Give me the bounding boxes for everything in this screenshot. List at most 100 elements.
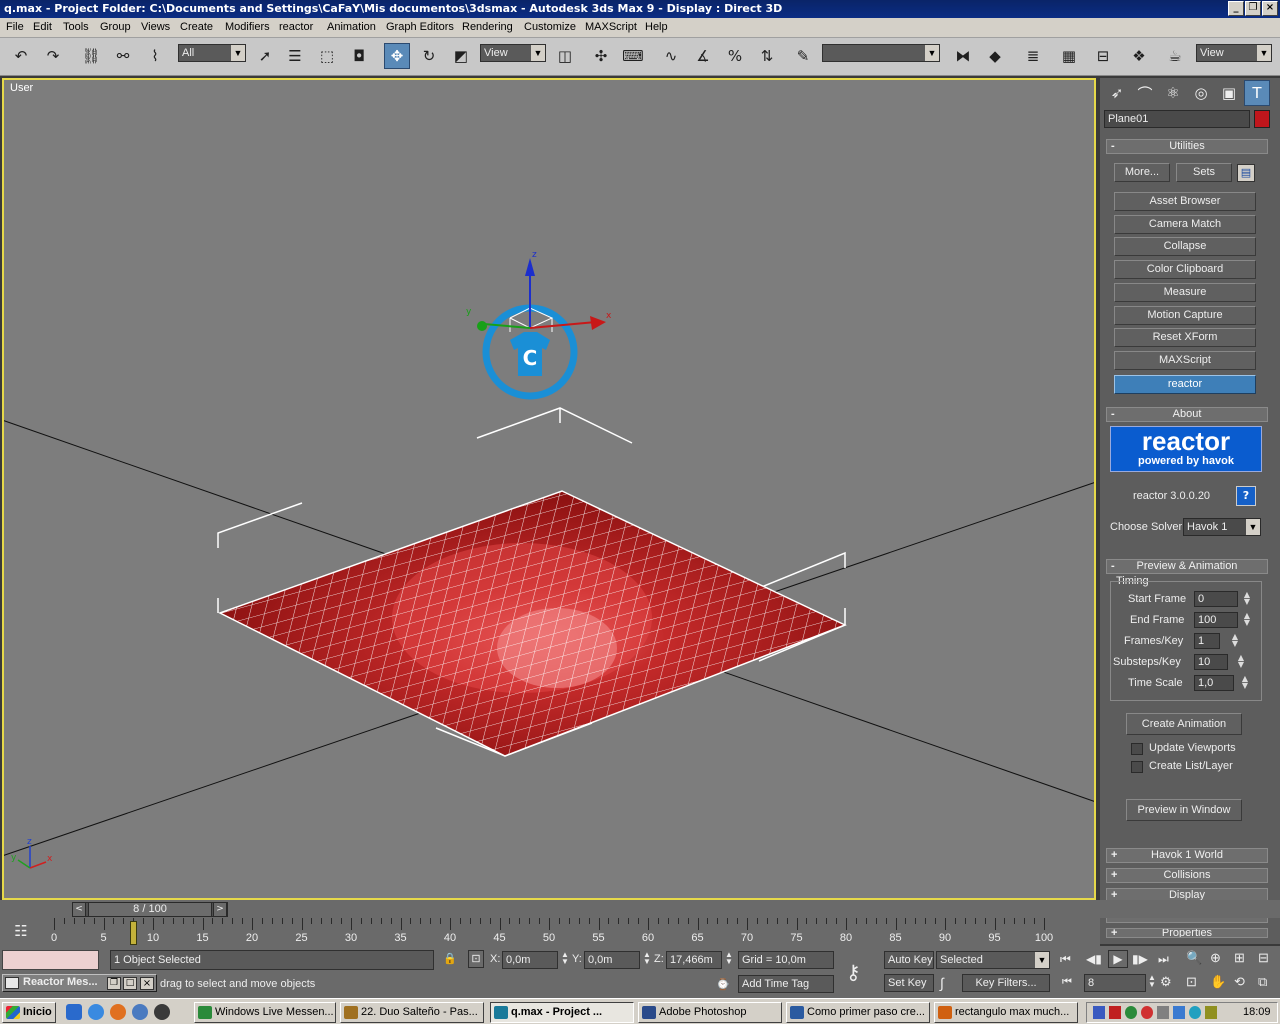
zoom-icon[interactable]: 🔍: [1186, 950, 1202, 966]
viewport-user[interactable]: User C z x y z x y: [2, 78, 1096, 900]
mini-curve-editor-icon[interactable]: ☷: [8, 922, 34, 944]
menu-create[interactable]: Create: [180, 21, 213, 33]
time-scale-spinner[interactable]: 1,0: [1194, 675, 1234, 691]
auto-key-button[interactable]: Auto Key: [884, 951, 934, 969]
task-music-player[interactable]: 22. Duo Salteño - Pas...: [340, 1002, 484, 1023]
show-desktop-icon[interactable]: [66, 1004, 82, 1020]
utility-reset-xform[interactable]: Reset XForm: [1114, 328, 1256, 347]
hierarchy-tab-icon[interactable]: ⚛: [1160, 80, 1186, 106]
preview-animation-rollout-title[interactable]: - Preview & Animation: [1106, 559, 1268, 574]
utilities-rollout-title[interactable]: - Utilities: [1106, 139, 1268, 154]
spinner-arrows-icon[interactable]: ▲ ▼: [1236, 654, 1246, 670]
more-button[interactable]: More...: [1114, 163, 1170, 182]
create-list-layer-checkbox[interactable]: [1131, 761, 1143, 773]
select-rotate-icon[interactable]: ↻: [416, 43, 442, 69]
firefox-icon[interactable]: [110, 1004, 126, 1020]
minimized-listener-window[interactable]: Reactor Mes... ❐ □ ×: [2, 974, 157, 992]
help-button[interactable]: ?: [1236, 486, 1256, 506]
play-icon[interactable]: ▶: [1108, 950, 1128, 968]
object-name-field[interactable]: Plane01: [1104, 110, 1250, 128]
add-time-tag-button[interactable]: Add Time Tag: [738, 975, 834, 993]
spinner-arrows-icon[interactable]: ▲ ▼: [643, 951, 651, 966]
select-object-icon[interactable]: ➚: [252, 43, 278, 69]
spinner-arrows-icon[interactable]: ▲ ▼: [1240, 675, 1250, 691]
zoom-all-icon[interactable]: ⊕: [1210, 950, 1221, 966]
x-coord-field[interactable]: 0,0m: [502, 951, 558, 969]
key-filters-button[interactable]: Key Filters...: [962, 974, 1050, 992]
render-type-dropdown[interactable]: View ▼: [1196, 44, 1272, 62]
zoom-extents-all-icon[interactable]: ⊟: [1258, 950, 1269, 966]
frames-key-spinner[interactable]: 1: [1194, 633, 1220, 649]
layer-manager-icon[interactable]: ≣: [1020, 43, 1046, 69]
restore-button[interactable]: ❐: [1245, 1, 1261, 16]
select-by-name-icon[interactable]: ☰: [282, 43, 308, 69]
schematic-view-icon[interactable]: ⊟: [1090, 43, 1116, 69]
maxscript-mini-listener-pink[interactable]: [2, 950, 99, 970]
utility-motion-capture[interactable]: Motion Capture: [1114, 306, 1256, 325]
cloth-plane-mesh[interactable]: [220, 491, 845, 756]
menu-graph-editors[interactable]: Graph Editors: [386, 21, 454, 33]
utility-camera-match[interactable]: Camera Match: [1114, 215, 1256, 234]
tray-printer-icon[interactable]: [1205, 1006, 1217, 1019]
modify-tab-icon[interactable]: ⌒: [1132, 80, 1158, 106]
restore-icon[interactable]: ❐: [107, 977, 121, 990]
named-selection-dropdown[interactable]: ▼: [822, 44, 940, 62]
time-slider-handle[interactable]: 8 / 100: [88, 902, 212, 917]
key-mode-dropdown[interactable]: Selected ▼: [936, 951, 1050, 969]
menu-help[interactable]: Help: [645, 21, 668, 33]
utility-measure[interactable]: Measure: [1114, 283, 1256, 302]
menu-edit[interactable]: Edit: [33, 21, 52, 33]
menu-rendering[interactable]: Rendering: [462, 21, 513, 33]
time-configuration-icon[interactable]: ⚙: [1160, 974, 1172, 990]
keyboard-shortcut-override-icon[interactable]: ⌨: [620, 43, 646, 69]
substeps-key-spinner[interactable]: 10: [1194, 654, 1228, 670]
render-scene-icon[interactable]: ☕: [1162, 43, 1188, 69]
start-button[interactable]: Inicio: [2, 1002, 56, 1023]
angle-snap-icon[interactable]: ∡: [690, 43, 716, 69]
update-viewports-checkbox[interactable]: [1131, 743, 1143, 755]
select-move-icon[interactable]: ✥: [384, 43, 410, 69]
snaps-toggle-icon[interactable]: ∿: [658, 43, 684, 69]
motion-tab-icon[interactable]: ◎: [1188, 80, 1214, 106]
z-coord-field[interactable]: 17,466m: [666, 951, 722, 969]
minimize-button[interactable]: _: [1228, 1, 1244, 16]
utility-maxscript[interactable]: MAXScript: [1114, 351, 1256, 370]
solver-dropdown[interactable]: Havok 1 ▼: [1183, 518, 1261, 536]
utility-asset-browser[interactable]: Asset Browser: [1114, 192, 1256, 211]
go-to-end-icon[interactable]: ⏭: [1158, 952, 1169, 967]
bind-space-warp-icon[interactable]: ⌇: [142, 43, 168, 69]
menu-group[interactable]: Group: [100, 21, 131, 33]
havok-world-rollout-title[interactable]: + Havok 1 World: [1106, 848, 1268, 863]
zoom-extents-icon[interactable]: ⊞: [1234, 950, 1245, 966]
task-firefox-browser[interactable]: rectangulo max much...: [934, 1002, 1078, 1023]
select-scale-icon[interactable]: ◩: [448, 43, 474, 69]
selection-filter-dropdown[interactable]: All ▼: [178, 44, 246, 62]
set-key-icon[interactable]: ⚷: [846, 960, 861, 985]
menu-file[interactable]: File: [6, 21, 24, 33]
task-windows-live-messenger[interactable]: Windows Live Messen...: [194, 1002, 336, 1023]
rectangle-selection-icon[interactable]: ⬚: [314, 43, 340, 69]
spinner-arrows-icon[interactable]: ▲ ▼: [1242, 612, 1252, 628]
tray-bluetooth-icon[interactable]: [1173, 1006, 1185, 1019]
configure-button-sets-icon[interactable]: ▤: [1237, 164, 1255, 182]
start-frame-spinner[interactable]: 0: [1194, 591, 1238, 607]
unlink-icon[interactable]: ⚯: [110, 43, 136, 69]
tray-security-icon[interactable]: [1141, 1006, 1153, 1019]
utilities-tab-icon[interactable]: T: [1244, 80, 1270, 106]
curve-editor-icon[interactable]: ▦: [1056, 43, 1082, 69]
key-tangent-icon[interactable]: ∫: [940, 975, 944, 991]
sets-button[interactable]: Sets: [1176, 163, 1232, 182]
tray-volume-icon[interactable]: [1157, 1006, 1169, 1019]
close-icon[interactable]: ×: [140, 977, 154, 990]
task-3dsmax[interactable]: q.max - Project ...: [490, 1002, 634, 1023]
preview-in-window-button[interactable]: Preview in Window: [1126, 799, 1242, 821]
spinner-arrows-icon[interactable]: ▲ ▼: [725, 951, 733, 966]
arc-rotate-icon[interactable]: ⟲: [1234, 974, 1245, 990]
about-rollout-title[interactable]: - About: [1106, 407, 1268, 422]
menu-reactor[interactable]: reactor: [279, 21, 313, 33]
pivot-center-icon[interactable]: ◫: [552, 43, 578, 69]
utility-reactor[interactable]: reactor: [1114, 375, 1256, 394]
next-frame-icon[interactable]: ▮▶: [1132, 952, 1148, 966]
previous-frame-icon[interactable]: ◀▮: [1086, 952, 1102, 966]
edit-named-selection-icon[interactable]: ✎: [790, 43, 816, 69]
